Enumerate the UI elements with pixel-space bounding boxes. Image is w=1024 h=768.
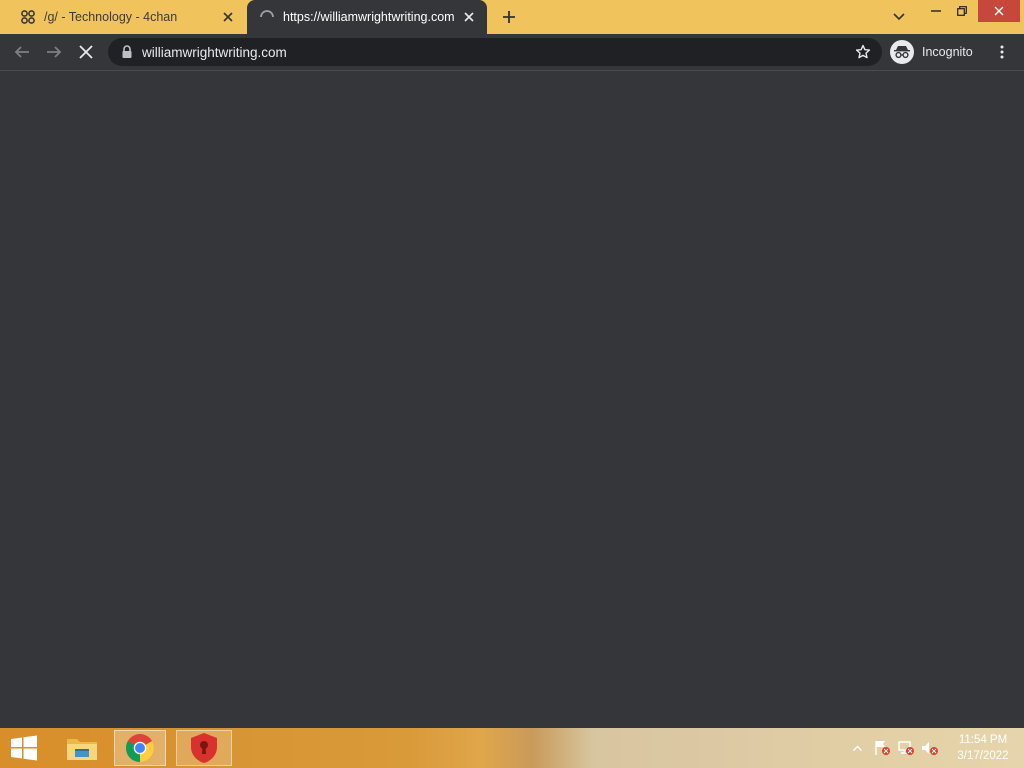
action-center-tray[interactable] [872, 728, 892, 768]
stop-loading-button[interactable] [74, 40, 98, 64]
tab-4chan[interactable]: /g/ - Technology - 4chan [8, 0, 246, 34]
taskbar-clock[interactable]: 11:54 PM 3/17/2022 [948, 732, 1018, 764]
file-explorer-icon [67, 739, 97, 760]
restore-icon [957, 6, 967, 16]
restore-button[interactable] [950, 0, 974, 22]
incognito-badge[interactable]: Incognito [890, 39, 973, 65]
window-close-button[interactable] [978, 0, 1020, 22]
page-content-area[interactable] [0, 71, 1024, 728]
tab-williamwrightwriting[interactable]: https://williamwrightwriting.com [247, 0, 487, 34]
network-tray[interactable] [896, 728, 916, 768]
4chan-clover-icon [20, 9, 36, 25]
close-icon [79, 45, 93, 59]
network-icon [898, 741, 914, 755]
close-icon[interactable] [459, 7, 479, 27]
browser-menu-button[interactable] [992, 41, 1012, 63]
volume-muted-icon [922, 742, 938, 755]
tab-title: https://williamwrightwriting.com [283, 10, 455, 24]
loading-spinner-icon [259, 9, 275, 25]
flag-warning-icon [875, 741, 890, 755]
start-button[interactable] [2, 730, 46, 766]
browser-toolbar: williamwrightwriting.com Incognito [0, 34, 1024, 71]
minimize-button[interactable] [924, 0, 948, 22]
back-button[interactable] [10, 40, 34, 64]
red-shield-icon [191, 733, 217, 763]
forward-button[interactable] [42, 40, 66, 64]
tab-title: /g/ - Technology - 4chan [44, 10, 178, 24]
security-app-taskbar-button[interactable] [176, 730, 232, 766]
bookmark-star-icon[interactable] [852, 41, 874, 63]
lock-icon[interactable] [120, 45, 134, 59]
close-icon [994, 6, 1004, 16]
clock-date: 3/17/2022 [957, 750, 1009, 762]
chrome-icon [126, 734, 154, 762]
chevron-up-icon [852, 745, 862, 751]
clock-time: 11:54 PM [958, 734, 1008, 746]
tab-search-button[interactable] [888, 6, 910, 28]
url-text[interactable]: williamwrightwriting.com [142, 45, 852, 60]
tab-strip: /g/ - Technology - 4chan https://william… [0, 0, 1024, 34]
file-explorer-taskbar-button[interactable] [56, 730, 108, 766]
chevron-down-icon [893, 13, 905, 21]
address-bar[interactable]: williamwrightwriting.com [108, 38, 882, 66]
windows-taskbar: 11:54 PM 3/17/2022 [0, 728, 1024, 768]
incognito-label: Incognito [922, 45, 973, 59]
minimize-icon [931, 10, 941, 12]
show-hidden-icons-button[interactable] [850, 728, 864, 768]
back-arrow-icon [14, 46, 29, 58]
new-tab-button[interactable] [498, 6, 520, 28]
windows-logo-icon [11, 735, 37, 761]
volume-tray[interactable] [920, 728, 940, 768]
kebab-menu-icon [1000, 45, 1004, 59]
plus-icon [503, 11, 515, 23]
forward-arrow-icon [47, 46, 62, 58]
chrome-taskbar-button[interactable] [114, 730, 166, 766]
incognito-icon [890, 40, 914, 64]
close-icon[interactable] [218, 7, 238, 27]
